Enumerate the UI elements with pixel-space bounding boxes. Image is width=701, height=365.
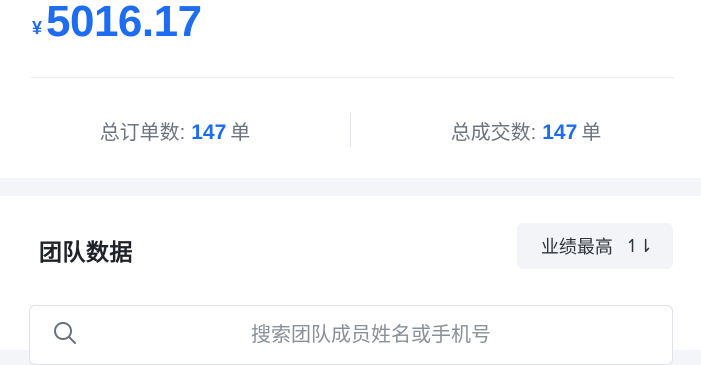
divider (31, 77, 674, 78)
summary-card: ¥ 5016.17 总订单数: 147 单 总成交数: 147 单 (0, 0, 701, 178)
search-icon (54, 322, 76, 344)
sort-icon: ↿⇂ (624, 235, 653, 256)
total-orders-value: 147 (191, 120, 227, 144)
total-deals-value: 147 (542, 120, 578, 144)
stats-row: 总订单数: 147 单 总成交数: 147 单 (0, 108, 701, 152)
amount-value: 5016.17 (46, 0, 202, 46)
total-deals-unit: 单 (581, 121, 602, 144)
team-title: 团队数据 (39, 239, 133, 265)
total-amount: ¥ 5016.17 (32, 0, 202, 52)
sort-button[interactable]: 业绩最高 ↿⇂ (517, 223, 673, 269)
team-card: 团队数据 业绩最高 ↿⇂ (0, 196, 701, 365)
search-box[interactable] (29, 305, 673, 365)
total-deals-label: 总成交数: (450, 121, 537, 144)
total-orders-unit: 单 (230, 121, 251, 144)
total-deals-stat: 总成交数: 147 单 (351, 116, 701, 145)
total-orders-label: 总订单数: (99, 121, 186, 144)
currency-symbol: ¥ (32, 18, 43, 38)
sort-label: 业绩最高 (540, 237, 613, 257)
search-input[interactable] (90, 316, 652, 354)
total-orders-stat: 总订单数: 147 单 (0, 116, 350, 145)
